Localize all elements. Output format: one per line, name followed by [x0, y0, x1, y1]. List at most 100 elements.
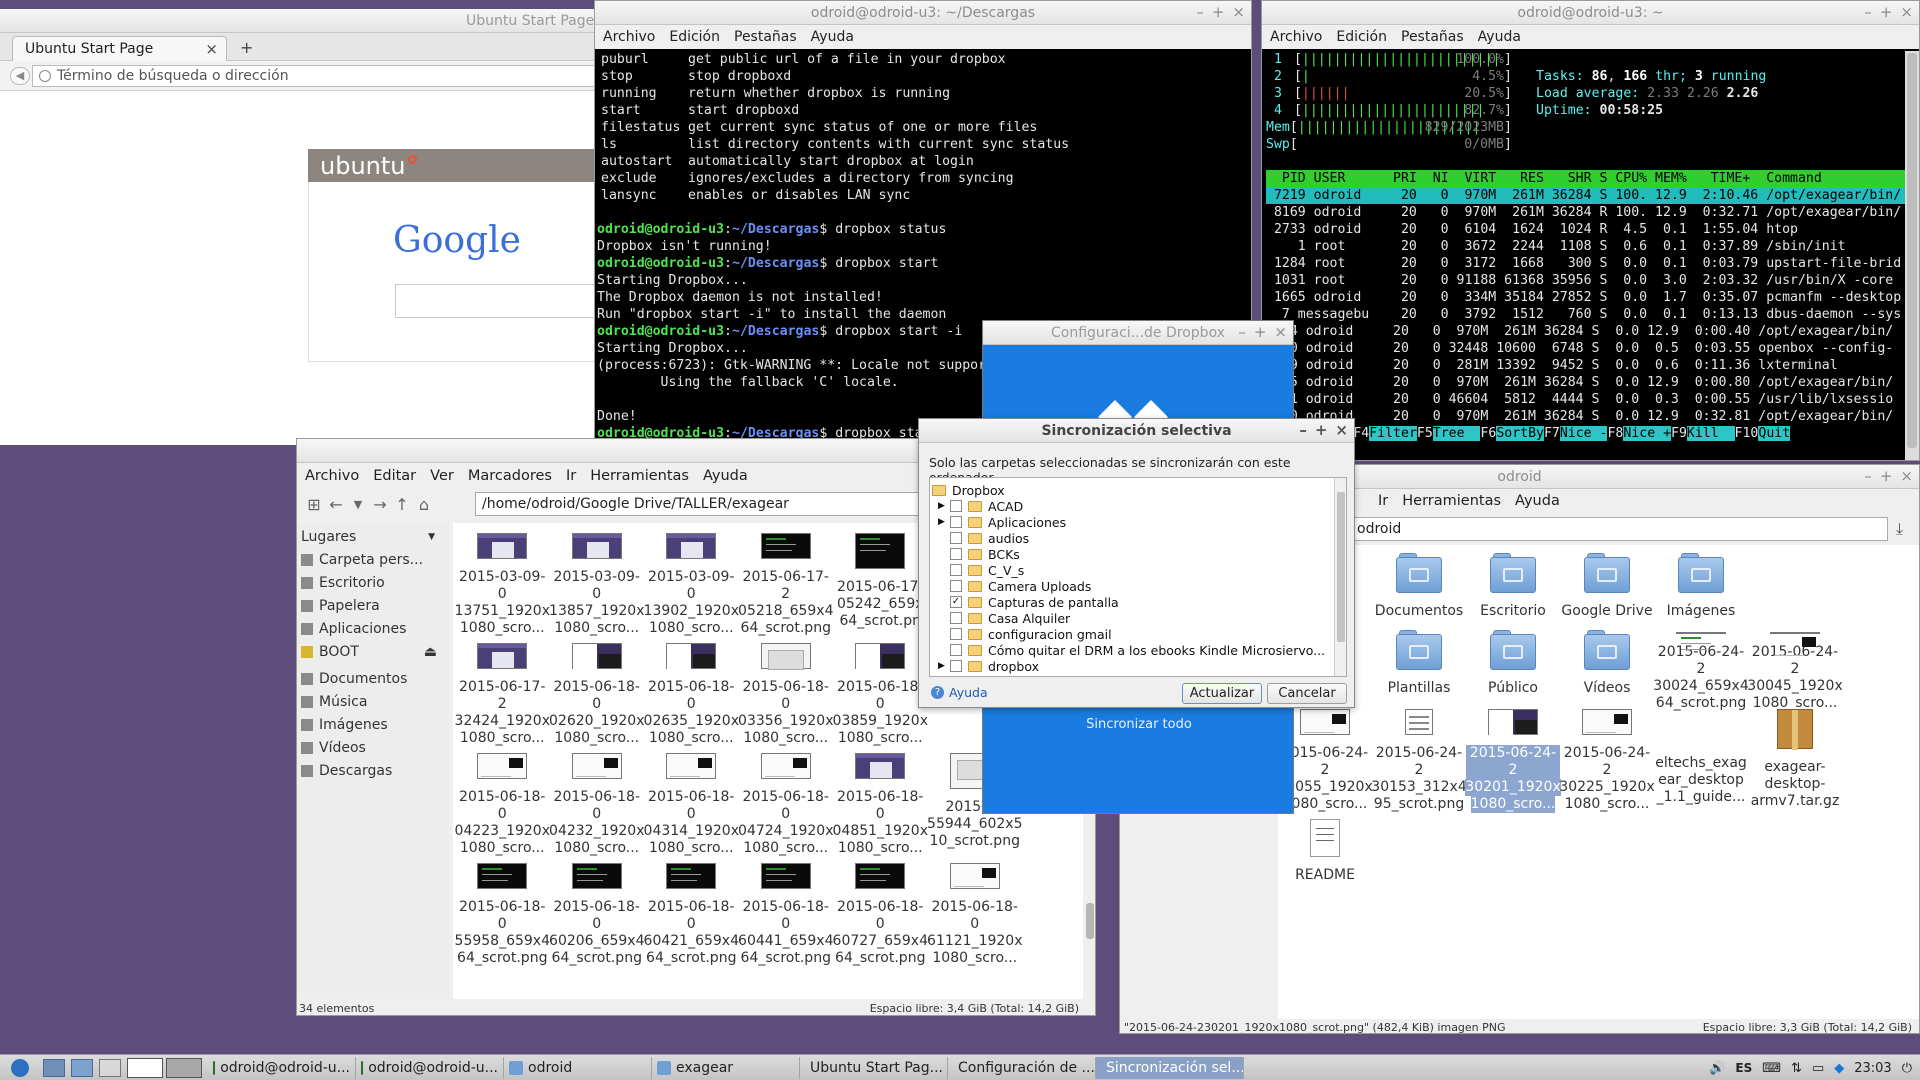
- menu-item-ayuda[interactable]: Ayuda: [703, 468, 748, 484]
- file-item[interactable]: 2015-06-17-2 32424_1920x 1080_scro...: [455, 637, 550, 747]
- maximize-icon[interactable]: +: [1880, 3, 1893, 21]
- process-row[interactable]: 1665 odroid 20 0 334M 35184 27852 S 0.0 …: [1266, 289, 1907, 306]
- file-item[interactable]: 2015-03-09-0 13902_1920x 1080_scro...: [644, 527, 739, 637]
- process-row[interactable]: 1 odroid 20 0 46604 5812 4444 S 0.0 0.3 …: [1266, 391, 1907, 408]
- volume-icon[interactable]: 🔊: [1709, 1061, 1725, 1076]
- menu-item-herramientas[interactable]: Herramientas: [590, 468, 689, 484]
- maximize-icon[interactable]: +: [1315, 421, 1328, 439]
- file-item[interactable]: 2015-06-18-0 03356_1920x 1080_scro...: [738, 637, 833, 747]
- tree-item[interactable]: Casa Alquiler: [932, 610, 1332, 626]
- close-icon[interactable]: ×: [1335, 421, 1348, 439]
- file-item[interactable]: 2015-06-18-0 04724_1920x 1080_scro...: [738, 747, 833, 857]
- file-item[interactable]: 2015-06-18-0 60421_659x4 64_scrot.png: [644, 857, 739, 967]
- close-icon[interactable]: ×: [1900, 3, 1913, 21]
- process-row[interactable]: 0 odroid 20 0 970M 261M 36284 S 0.0 12.9…: [1266, 408, 1907, 425]
- minimize-icon[interactable]: –: [1196, 3, 1204, 21]
- file-item[interactable]: 2015-06-24-2 30024_659x4 64_scrot.png: [1653, 626, 1749, 711]
- close-icon[interactable]: ×: [1274, 323, 1287, 341]
- tree-item[interactable]: Camera Uploads: [932, 578, 1332, 594]
- workspace-switcher-icon[interactable]: [127, 1057, 163, 1078]
- taskbar-item[interactable]: Ubuntu Start Pag...: [800, 1056, 948, 1079]
- dropbox-config-titlebar[interactable]: Configuraci...de Dropbox – + ×: [983, 321, 1293, 345]
- process-row[interactable]: 8169 odroid 20 0 970M 261M 36284 R 100. …: [1266, 204, 1907, 221]
- forward-arrow-icon[interactable]: →: [369, 495, 391, 514]
- menu-item-herramientas[interactable]: Herramientas: [1402, 493, 1501, 509]
- minimize-icon[interactable]: –: [1864, 3, 1872, 21]
- new-tab-button[interactable]: +: [240, 38, 253, 57]
- file-item[interactable]: 2015-06-24-2 30045_1920x 1080_scro...: [1747, 626, 1843, 711]
- minimize-icon[interactable]: –: [1238, 323, 1246, 341]
- tree-item[interactable]: configuracion gmail: [932, 626, 1332, 642]
- taskbar-item[interactable]: Sincronización sel...: [1096, 1056, 1244, 1079]
- clock[interactable]: 23:03: [1854, 1061, 1891, 1076]
- tree-item[interactable]: BCKs: [932, 546, 1332, 562]
- process-row[interactable]: 5 odroid 20 0 970M 261M 36284 S 0.0 12.9…: [1266, 374, 1907, 391]
- fkey-filter[interactable]: Filter: [1369, 426, 1417, 441]
- expander-icon[interactable]: ▶: [932, 501, 950, 511]
- keyboard-icon[interactable]: ⌨: [1762, 1061, 1781, 1076]
- process-row[interactable]: 1 root 20 0 3672 2244 1108 S 0.6 0.1 0:3…: [1266, 238, 1907, 255]
- process-row[interactable]: 9 odroid 20 0 281M 13392 9452 S 0.0 0.6 …: [1266, 357, 1907, 374]
- file-item[interactable]: 2015-06-18-0 04851_1920x 1080_scro...: [833, 747, 928, 857]
- sidebar-item-escritorio[interactable]: Escritorio: [297, 571, 449, 594]
- fkey-quit[interactable]: Quit: [1758, 426, 1791, 441]
- menu-item-edición[interactable]: Edición: [669, 29, 720, 45]
- terminal-home-titlebar[interactable]: odroid@odroid-u3: ~ – + ×: [1262, 1, 1919, 25]
- tree-root-dropbox[interactable]: Dropbox: [932, 482, 1332, 498]
- tree-item[interactable]: audios: [932, 530, 1332, 546]
- new-tab-icon[interactable]: ⊞: [303, 495, 325, 514]
- process-row[interactable]: 1284 root 20 0 3172 1668 300 S 0.0 0.1 0…: [1266, 255, 1907, 272]
- folder-item[interactable]: Vídeos: [1560, 626, 1654, 703]
- file-item[interactable]: 2015-03-09-0 13857_1920x 1080_scro...: [549, 527, 644, 637]
- go-arrow-icon[interactable]: ⤓: [1896, 519, 1903, 539]
- sidebar-item-msica[interactable]: Música: [297, 690, 449, 713]
- terminal-descargas-titlebar[interactable]: odroid@odroid-u3: ~/Descargas – + ×: [595, 1, 1251, 25]
- help-button[interactable]: ? Ayuda: [931, 685, 988, 700]
- menu-item-pestañas[interactable]: Pestañas: [1401, 29, 1464, 45]
- menu-item-ayuda[interactable]: Ayuda: [811, 29, 854, 45]
- sync-checkbox[interactable]: [950, 516, 962, 528]
- fkey-nice -[interactable]: Nice -: [1559, 426, 1608, 441]
- url-bar[interactable]: Término de búsqueda o dirección: [32, 65, 600, 87]
- menu-item-archivo[interactable]: Archivo: [603, 29, 655, 45]
- tree-item[interactable]: Cómo quitar el DRM a los ebooks Kindle M…: [932, 642, 1332, 658]
- start-menu-icon[interactable]: [0, 1056, 40, 1080]
- file-item[interactable]: 2015-06-24-2 30153_312x4 95_scrot.png: [1371, 703, 1467, 813]
- fm-odroid-path-input[interactable]: odroid: [1350, 517, 1888, 541]
- tree-item[interactable]: ✓ Capturas de pantalla: [932, 594, 1332, 610]
- file-item[interactable]: 2015-03-09-0 13751_1920x 1080_scro...: [455, 527, 550, 637]
- selective-sync-titlebar[interactable]: Sincronización selectiva – + ×: [919, 419, 1354, 443]
- menu-item-marcadores[interactable]: Marcadores: [468, 468, 552, 484]
- keyboard-layout[interactable]: ES: [1735, 1061, 1752, 1075]
- up-arrow-icon[interactable]: ↑: [391, 495, 413, 514]
- sync-checkbox[interactable]: [950, 500, 962, 512]
- tree-item[interactable]: ▶ ACAD: [932, 498, 1332, 514]
- maximize-icon[interactable]: +: [1212, 3, 1225, 21]
- file-item[interactable]: 2015-06-18-0 02635_1920x 1080_scro...: [644, 637, 739, 747]
- maximize-icon[interactable]: +: [1880, 467, 1893, 485]
- folder-item[interactable]: Documentos: [1372, 549, 1466, 626]
- sidebar-item-imgenes[interactable]: Imágenes: [297, 713, 449, 736]
- htop-scrollbar[interactable]: [1905, 51, 1919, 460]
- sidebar-item-vdeos[interactable]: Vídeos: [297, 736, 449, 759]
- folder-item[interactable]: Imágenes: [1654, 549, 1748, 626]
- menu-item-ayuda[interactable]: Ayuda: [1478, 29, 1521, 45]
- terminal-launcher-icon[interactable]: [99, 1058, 121, 1077]
- menu-item-edición[interactable]: Edición: [1336, 29, 1387, 45]
- sidebar-item-descargas[interactable]: Descargas: [297, 759, 449, 782]
- home-folder-icon[interactable]: ⌂: [413, 495, 435, 514]
- tree-item[interactable]: C_V_s: [932, 562, 1332, 578]
- htop-output[interactable]: 1 [||||||||||||||||||||||||| 100.0%] 2 [| 4…: [1262, 51, 1907, 460]
- folder-tree-scrollbar[interactable]: [1334, 478, 1346, 676]
- show-desktop-icon[interactable]: [43, 1058, 65, 1077]
- menu-item-ir[interactable]: Ir: [566, 468, 576, 484]
- taskbar-item[interactable]: odroid@odroid-u...: [208, 1056, 356, 1079]
- chevron-down-icon[interactable]: ▼: [428, 532, 435, 542]
- tab-ubuntu-start[interactable]: Ubuntu Start Page ×: [12, 36, 227, 61]
- sync-checkbox[interactable]: [950, 532, 962, 544]
- tree-item[interactable]: ▶ Aplicaciones: [932, 514, 1332, 530]
- sidebar-item-boot[interactable]: BOOT ⏏: [297, 640, 449, 663]
- taskbar-item[interactable]: odroid: [504, 1056, 652, 1079]
- eject-icon[interactable]: ⏏: [424, 644, 437, 660]
- update-button[interactable]: Actualizar: [1182, 683, 1262, 704]
